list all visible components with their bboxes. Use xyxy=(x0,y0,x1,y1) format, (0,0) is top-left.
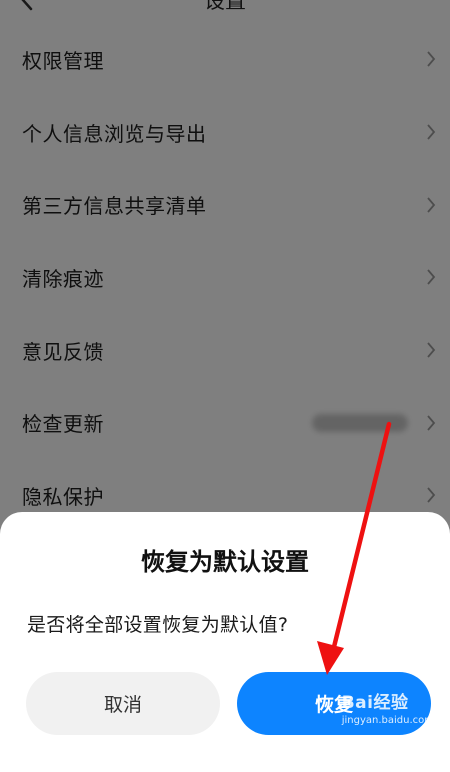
baidu-jingyan-watermark: Bai经验 jingyan.baidu.com xyxy=(342,688,434,726)
dialog-message: 是否将全部设置恢复为默认值? xyxy=(27,614,289,636)
reset-dialog: 恢复为默认设置 是否将全部设置恢复为默认值? 取消 恢复 xyxy=(0,512,450,772)
cancel-button[interactable]: 取消 xyxy=(26,672,220,735)
watermark-url: jingyan.baidu.com xyxy=(341,715,434,726)
dialog-title: 恢复为默认设置 xyxy=(141,548,309,576)
watermark-brand: Bai经验 xyxy=(341,693,409,713)
